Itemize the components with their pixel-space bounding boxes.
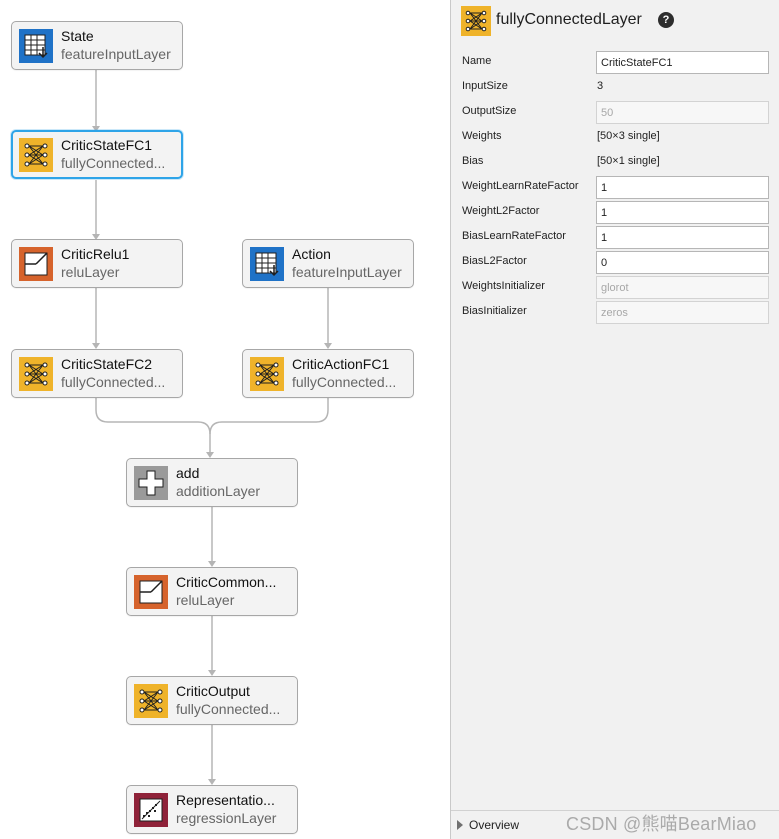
layer-node-text: CriticStateFC2 fullyConnected... <box>61 355 177 391</box>
layer-node-text: CriticOutput fullyConnected... <box>176 682 292 718</box>
layer-node-text: CriticActionFC1 fullyConnected... <box>292 355 408 391</box>
layer-type: reluLayer <box>176 592 235 608</box>
weight-l2-factor-field[interactable] <box>596 201 769 224</box>
property-label-bias-learn-rate-factor: BiasLearnRateFactor <box>462 230 566 242</box>
layer-node-text: CriticCommon... reluLayer <box>176 573 292 609</box>
layer-node-critic-common[interactable]: CriticCommon... reluLayer <box>126 567 298 616</box>
deep-network-designer-window: State featureInputLayer CriticStateFC1 f… <box>0 0 779 839</box>
fully-connected-icon <box>250 357 284 391</box>
property-label-weights-initializer: WeightsInitializer <box>462 280 545 292</box>
layer-node-critic-state-fc2[interactable]: CriticStateFC2 fullyConnected... <box>11 349 183 398</box>
overview-label: Overview <box>469 818 520 832</box>
layer-node-state[interactable]: State featureInputLayer <box>11 21 183 70</box>
layer-type: featureInputLayer <box>292 264 402 280</box>
layer-name: add <box>176 465 200 481</box>
property-row-output-size: OutputSize <box>451 101 779 124</box>
layer-node-text: Representatio... regressionLayer <box>176 791 292 827</box>
property-row-bias-l2-factor: BiasL2Factor <box>451 251 779 274</box>
relu-icon <box>19 247 53 281</box>
layer-node-text: Action featureInputLayer <box>292 245 408 281</box>
properties-panel: fullyConnectedLayer ? Name InputSize 3 O… <box>450 0 779 839</box>
input-size-value: 3 <box>597 80 604 92</box>
layer-node-add[interactable]: add additionLayer <box>126 458 298 507</box>
bias-initializer-field <box>596 301 769 324</box>
layer-node-critic-action-fc1[interactable]: CriticActionFC1 fullyConnected... <box>242 349 414 398</box>
property-label-weights: Weights <box>462 130 502 142</box>
layer-type: fullyConnected... <box>292 374 397 390</box>
layer-node-text: CriticRelu1 reluLayer <box>61 245 177 281</box>
regression-icon <box>134 793 168 827</box>
bias-learn-rate-factor-field[interactable] <box>596 226 769 249</box>
layer-type: additionLayer <box>176 483 261 499</box>
property-row-weight-l2-factor: WeightL2Factor <box>451 201 779 224</box>
fully-connected-icon <box>19 138 53 172</box>
property-row-bias-learn-rate-factor: BiasLearnRateFactor <box>451 226 779 249</box>
layer-node-text: CriticStateFC1 fullyConnected... <box>61 136 177 172</box>
layer-name: CriticActionFC1 <box>292 356 390 372</box>
weight-learn-rate-factor-field[interactable] <box>596 176 769 199</box>
bias-l2-factor-field[interactable] <box>596 251 769 274</box>
name-field[interactable] <box>596 51 769 74</box>
addition-icon <box>134 466 168 500</box>
connector-critic-state-fc2-to-add <box>95 398 211 456</box>
layer-name: State <box>61 28 94 44</box>
property-label-bias-initializer: BiasInitializer <box>462 305 527 317</box>
layer-name: Action <box>292 246 331 262</box>
property-label-bias: Bias <box>462 155 484 167</box>
layer-type: fullyConnected... <box>61 374 166 390</box>
layer-node-text: State featureInputLayer <box>61 27 177 63</box>
layer-name: Representatio... <box>176 792 275 808</box>
weights-value: [50×3 single] <box>597 130 660 142</box>
layer-node-critic-output[interactable]: CriticOutput fullyConnected... <box>126 676 298 725</box>
connector-critic-action-fc1-to-add <box>209 398 329 435</box>
property-row-name: Name <box>451 51 779 74</box>
property-row-input-size: InputSize 3 <box>451 76 779 99</box>
fully-connected-icon <box>134 684 168 718</box>
property-row-weights-initializer: WeightsInitializer <box>451 276 779 299</box>
help-icon[interactable]: ? <box>658 12 674 28</box>
property-label-weight-l2-factor: WeightL2Factor <box>462 205 540 217</box>
layer-type: fullyConnected... <box>61 155 166 171</box>
properties-footer: Overview <box>451 810 779 839</box>
property-row-weight-learn-rate-factor: WeightLearnRateFactor <box>451 176 779 199</box>
feature-input-icon <box>250 247 284 281</box>
layer-name: CriticStateFC1 <box>61 137 153 153</box>
caret-right-icon <box>457 820 463 830</box>
layer-name: CriticRelu1 <box>61 246 130 262</box>
layer-node-critic-relu1[interactable]: CriticRelu1 reluLayer <box>11 239 183 288</box>
overview-toggle[interactable]: Overview <box>457 817 519 833</box>
layer-name: CriticOutput <box>176 683 250 699</box>
property-row-bias-initializer: BiasInitializer <box>451 301 779 324</box>
layer-node-text: add additionLayer <box>176 464 292 500</box>
relu-icon <box>134 575 168 609</box>
layer-node-critic-state-fc1[interactable]: CriticStateFC1 fullyConnected... <box>11 130 183 179</box>
fully-connected-icon <box>461 6 491 36</box>
layer-type: fullyConnected... <box>176 701 281 717</box>
feature-input-icon <box>19 29 53 63</box>
fully-connected-icon <box>19 357 53 391</box>
layer-name: CriticCommon... <box>176 574 277 590</box>
property-label-weight-learn-rate-factor: WeightLearnRateFactor <box>462 180 579 192</box>
layer-type: featureInputLayer <box>61 46 171 62</box>
network-canvas[interactable]: State featureInputLayer CriticStateFC1 f… <box>0 0 450 839</box>
property-row-weights: Weights [50×3 single] <box>451 126 779 149</box>
layer-type: reluLayer <box>61 264 120 280</box>
properties-header: fullyConnectedLayer ? <box>461 6 761 36</box>
output-size-field <box>596 101 769 124</box>
property-label-input-size: InputSize <box>462 80 508 92</box>
layer-name: CriticStateFC2 <box>61 356 153 372</box>
property-label-output-size: OutputSize <box>462 105 517 117</box>
layer-node-action[interactable]: Action featureInputLayer <box>242 239 414 288</box>
layer-type: regressionLayer <box>176 810 277 826</box>
property-label-bias-l2-factor: BiasL2Factor <box>462 255 527 267</box>
bias-value: [50×1 single] <box>597 155 660 167</box>
properties-title: fullyConnectedLayer <box>496 11 642 28</box>
property-label-name: Name <box>462 55 492 67</box>
weights-initializer-field <box>596 276 769 299</box>
property-row-bias: Bias [50×1 single] <box>451 151 779 174</box>
layer-node-representation[interactable]: Representatio... regressionLayer <box>126 785 298 834</box>
